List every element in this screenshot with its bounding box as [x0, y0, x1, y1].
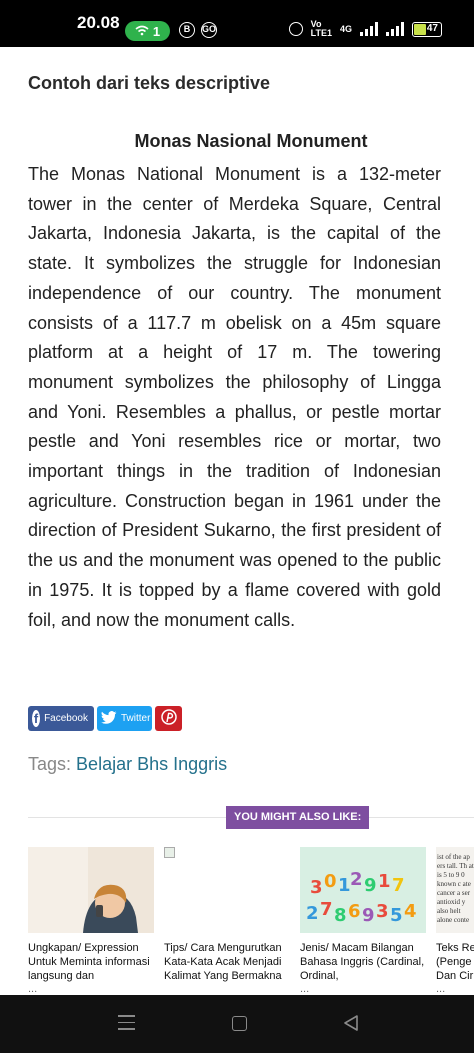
- svg-text:2: 2: [306, 903, 319, 924]
- svg-text:3: 3: [376, 901, 389, 922]
- back-icon[interactable]: [343, 1014, 359, 1037]
- svg-text:8: 8: [334, 905, 347, 926]
- svg-text:1: 1: [338, 875, 351, 896]
- related-ellipsis: ...: [300, 983, 310, 995]
- facebook-share-button[interactable]: f Facebook: [28, 706, 94, 731]
- signal-2-icon: [386, 22, 404, 36]
- status-bar: 20.08 1 B GO Vo LTE1 4G 47: [0, 0, 474, 47]
- svg-text:7: 7: [392, 875, 405, 896]
- network-type: 4G: [339, 24, 352, 34]
- facebook-label: Facebook: [44, 713, 88, 724]
- battery-icon: 47: [412, 21, 442, 37]
- related-title[interactable]: Ungkapan/ Expression Untuk Meminta infor…: [28, 941, 154, 983]
- alarm-icon: [288, 22, 303, 36]
- svg-text:9: 9: [362, 905, 375, 926]
- related-thumbnail[interactable]: ist of the ap ers tall. Th at is 5 to 9 …: [436, 847, 474, 933]
- related-title[interactable]: Tips/ Cara Mengurutkan Kata-Kata Acak Me…: [164, 941, 290, 983]
- twitter-label: Twitter: [121, 713, 151, 724]
- tags-label: Tags:: [28, 754, 72, 774]
- related-title[interactable]: Jenis/ Macam Bilangan Bahasa Inggris (Ca…: [300, 941, 426, 983]
- related-title[interactable]: Teks Re (Penge Dan Cir: [436, 941, 474, 983]
- volte-indicator: Vo LTE1: [310, 19, 332, 38]
- related-thumbnail[interactable]: [164, 847, 290, 933]
- signal-icon: [360, 22, 378, 36]
- share-buttons: f Facebook Twitter: [28, 706, 182, 731]
- svg-text:9: 9: [364, 875, 377, 896]
- status-time: 20.08: [77, 13, 120, 32]
- recents-menu-icon[interactable]: [118, 1015, 135, 1035]
- home-icon[interactable]: [232, 1016, 247, 1031]
- twitter-icon: [101, 710, 117, 727]
- related-thumbnail[interactable]: 30 12 91 7 27 86 93 54: [300, 847, 426, 933]
- notification-b-icon: B: [179, 22, 195, 38]
- tags-row: Tags: Belajar Bhs Inggris: [28, 754, 227, 775]
- related-post[interactable]: Tips/ Cara Mengurutkan Kata-Kata Acak Me…: [164, 847, 290, 983]
- related-ellipsis: ...: [436, 983, 446, 995]
- pinterest-share-button[interactable]: [155, 706, 182, 731]
- related-heading: YOU MIGHT ALSO LIKE:: [226, 806, 370, 829]
- wifi-icon: [135, 24, 149, 39]
- hotspot-indicator: 1: [125, 21, 170, 41]
- svg-text:1: 1: [378, 871, 391, 892]
- svg-text:7: 7: [320, 899, 333, 920]
- related-thumbnail[interactable]: [28, 847, 154, 933]
- svg-text:3: 3: [310, 877, 323, 898]
- facebook-icon: f: [32, 710, 41, 727]
- related-ellipsis: ...: [28, 983, 38, 995]
- related-post[interactable]: 30 12 91 7 27 86 93 54 Jenis/ Macam Bila…: [300, 847, 426, 995]
- broken-image-icon: [164, 847, 175, 858]
- hotspot-count: 1: [152, 23, 161, 39]
- navigation-bar: [0, 995, 474, 1053]
- notification-go-icon: GO: [201, 22, 217, 38]
- status-right-icons: Vo LTE1 4G 47: [288, 19, 442, 38]
- twitter-share-button[interactable]: Twitter: [97, 706, 152, 731]
- battery-level: 47: [426, 22, 438, 34]
- related-post[interactable]: Ungkapan/ Expression Untuk Meminta infor…: [28, 847, 154, 995]
- tag-link[interactable]: Belajar Bhs Inggris: [76, 754, 227, 774]
- svg-text:4: 4: [404, 901, 417, 922]
- article-body: The Monas National Monument is a 132-met…: [28, 164, 441, 630]
- svg-text:6: 6: [348, 901, 361, 922]
- pinterest-icon: [160, 709, 177, 728]
- svg-text:0: 0: [324, 871, 337, 892]
- svg-text:5: 5: [390, 905, 403, 926]
- article-heading: Monas Nasional Monument: [134, 131, 368, 151]
- svg-text:2: 2: [350, 869, 363, 890]
- thumbnail-text: ist of the ap ers tall. Th at is 5 to 9 …: [437, 853, 474, 924]
- section-title: Contoh dari teks descriptive: [28, 73, 271, 93]
- related-post[interactable]: ist of the ap ers tall. Th at is 5 to 9 …: [436, 847, 474, 995]
